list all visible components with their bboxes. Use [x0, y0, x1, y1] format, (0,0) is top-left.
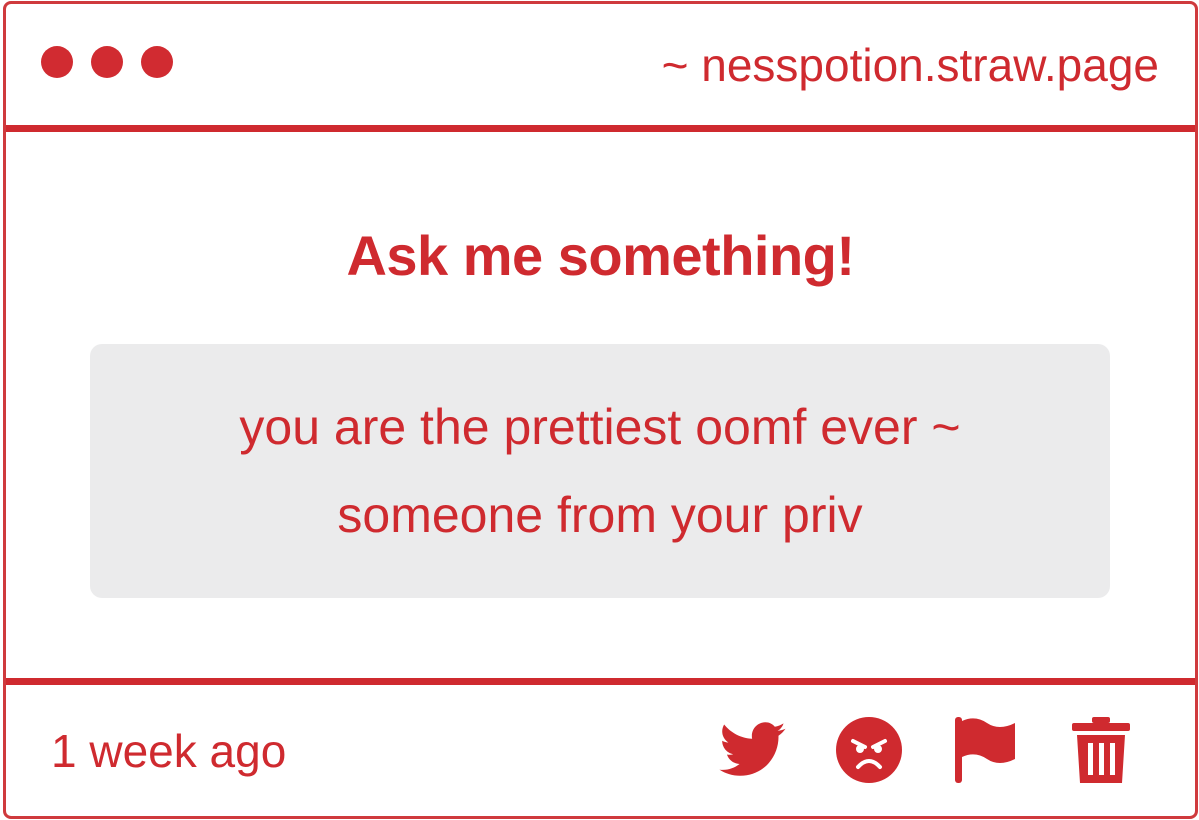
- window-dot-3: [141, 46, 173, 78]
- message-text: you are the prettiest oomf ever ~ someon…: [239, 399, 961, 543]
- footer-bar: 1 week ago: [6, 685, 1195, 816]
- twitter-icon: [719, 722, 786, 776]
- page-url[interactable]: ~ nesspotion.straw.page: [662, 38, 1159, 92]
- timestamp: 1 week ago: [51, 725, 287, 777]
- card-window: ~ nesspotion.straw.page Ask me something…: [3, 1, 1198, 819]
- share-twitter-button[interactable]: [719, 716, 787, 784]
- action-bar: [719, 716, 1135, 784]
- block-sender-button[interactable]: [835, 716, 903, 784]
- footer-divider: [6, 678, 1195, 685]
- trash-icon: [1072, 717, 1130, 783]
- report-button[interactable]: [951, 716, 1019, 784]
- angry-face-icon: [836, 717, 902, 783]
- title-bar: ~ nesspotion.straw.page: [6, 4, 1195, 125]
- window-dots: [41, 46, 173, 78]
- message-box: you are the prettiest oomf ever ~ someon…: [90, 344, 1110, 598]
- flag-icon: [955, 717, 1015, 783]
- main-content: Ask me something! you are the prettiest …: [6, 132, 1195, 678]
- delete-button[interactable]: [1067, 716, 1135, 784]
- page-title: Ask me something!: [346, 224, 855, 287]
- header-divider: [6, 125, 1195, 132]
- window-dot-2: [91, 46, 123, 78]
- window-dot-1: [41, 46, 73, 78]
